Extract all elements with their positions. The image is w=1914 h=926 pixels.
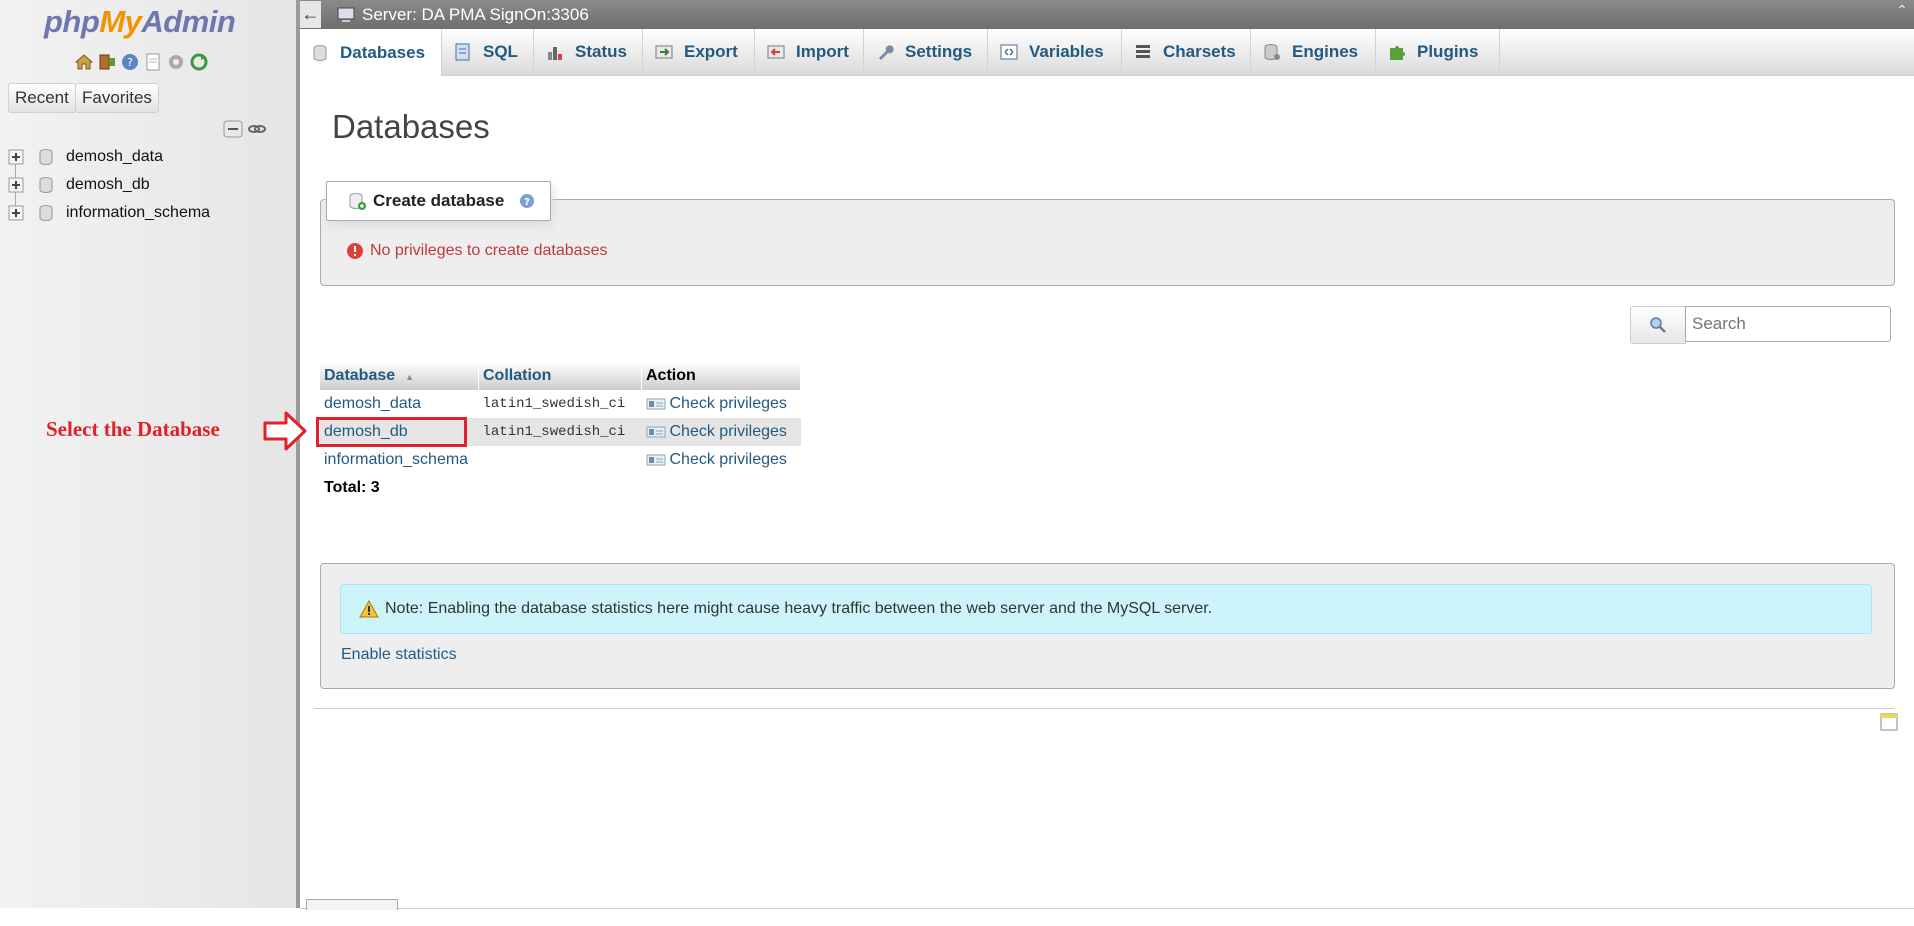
enable-statistics-link[interactable]: Enable statistics xyxy=(341,646,457,664)
puzzle-icon xyxy=(1390,46,1405,60)
tree-item-information-schema[interactable]: information_schema xyxy=(8,202,210,224)
tab-sql[interactable]: SQL xyxy=(443,29,534,75)
help-icon[interactable]: ? xyxy=(518,192,536,210)
database-link[interactable]: information_schema xyxy=(324,451,468,468)
table-total-row: Total: 3 xyxy=(320,474,801,502)
import-icon xyxy=(767,45,785,59)
reload-icon[interactable] xyxy=(189,52,209,72)
tab-status[interactable]: Status xyxy=(535,29,643,75)
console-bar xyxy=(300,908,1914,926)
navigation-panel: phpMyAdmin ? Recent Favorites demosh_dat… xyxy=(0,0,296,908)
search-input[interactable] xyxy=(1685,306,1891,342)
collation-value: latin1_swedish_ci xyxy=(478,418,642,446)
divider xyxy=(314,708,1894,709)
expand-icon[interactable] xyxy=(8,177,24,193)
wrench-icon xyxy=(879,45,894,60)
check-privileges-link[interactable]: Check privileges xyxy=(670,451,787,469)
console-icon[interactable] xyxy=(1880,712,1898,732)
breadcrumb[interactable]: Server: DA PMA SignOn:3306 xyxy=(336,0,589,29)
nav-resize-handle[interactable] xyxy=(296,0,300,908)
total-count: Total: 3 xyxy=(324,479,380,496)
status-icon xyxy=(548,47,562,60)
gear-icon[interactable] xyxy=(166,52,186,72)
search-icon xyxy=(1650,317,1666,333)
tab-engines[interactable]: Engines xyxy=(1252,29,1376,75)
tab-import[interactable]: Import xyxy=(756,29,864,75)
svg-text:?: ? xyxy=(524,197,530,208)
warning-icon xyxy=(359,600,379,618)
collation-value: latin1_swedish_ci xyxy=(482,396,626,412)
error-message: No privileges to create databases xyxy=(346,242,607,260)
engines-icon xyxy=(1264,44,1280,60)
notice-message: Note: Enabling the database statistics h… xyxy=(340,584,1872,634)
table-header-row: Database ▲ Collation Action xyxy=(320,362,801,390)
logout-icon[interactable] xyxy=(97,52,117,72)
annotation-arrow-icon xyxy=(263,411,307,451)
database-icon xyxy=(39,177,53,193)
export-icon xyxy=(655,45,673,59)
expand-icon[interactable] xyxy=(8,149,24,165)
table-row: information_schema Check privileges xyxy=(320,446,801,474)
server-label[interactable]: Server: DA PMA SignOn:3306 xyxy=(362,5,589,25)
database-icon xyxy=(39,149,53,165)
annotation-highlight-box xyxy=(316,417,467,447)
tab-plugins[interactable]: Plugins xyxy=(1377,29,1500,75)
database-icon xyxy=(313,44,327,61)
sort-asc-icon: ▲ xyxy=(405,372,415,382)
check-privileges-link[interactable]: Check privileges xyxy=(670,423,787,441)
tab-settings[interactable]: Settings xyxy=(865,29,988,75)
collation-value xyxy=(479,446,642,474)
expand-icon[interactable] xyxy=(8,205,24,221)
filter-box xyxy=(1630,306,1892,344)
check-privileges-link[interactable]: Check privileges xyxy=(670,395,787,413)
privileges-icon xyxy=(646,454,665,466)
database-link[interactable]: demosh_data xyxy=(324,395,421,412)
database-icon xyxy=(39,205,53,221)
privileges-icon xyxy=(646,398,665,410)
link-icon[interactable] xyxy=(247,120,267,138)
column-header-database[interactable]: Database ▲ xyxy=(320,362,479,390)
svg-text:?: ? xyxy=(127,56,133,69)
search-button[interactable] xyxy=(1630,306,1686,344)
tree-item-demosh-data[interactable]: demosh_data xyxy=(8,146,163,168)
create-database-legend: Create database ? xyxy=(326,181,552,221)
collapse-nav-button[interactable]: ← xyxy=(300,1,321,28)
sql-icon xyxy=(455,43,470,61)
create-database-icon xyxy=(349,193,366,210)
tab-databases[interactable]: Databases xyxy=(300,29,442,76)
privileges-icon xyxy=(646,426,665,438)
main-tabs: Databases SQL Status Export Import Setti… xyxy=(300,29,1914,76)
column-header-collation[interactable]: Collation xyxy=(478,362,642,390)
home-icon[interactable] xyxy=(74,52,94,72)
phpmyadmin-logo[interactable]: phpMyAdmin xyxy=(44,4,236,40)
error-icon xyxy=(347,243,363,259)
tab-export[interactable]: Export xyxy=(644,29,755,75)
variables-icon xyxy=(1000,44,1018,60)
recent-button[interactable]: Recent xyxy=(8,83,76,113)
tab-variables[interactable]: Variables xyxy=(989,29,1122,75)
column-header-action: Action xyxy=(641,362,801,390)
annotation-label: Select the Database xyxy=(46,417,220,441)
charsets-icon xyxy=(1136,45,1150,58)
nav-icon-row: ? xyxy=(74,52,209,72)
help-icon[interactable]: ? xyxy=(120,52,140,72)
favorites-button[interactable]: Favorites xyxy=(75,83,159,113)
server-icon xyxy=(337,7,355,22)
page-title: Databases xyxy=(332,108,490,145)
table-row: demosh_data latin1_swedish_ci Check priv… xyxy=(320,390,801,418)
tree-item-label[interactable]: demosh_db xyxy=(66,176,150,194)
docs-icon[interactable] xyxy=(143,52,163,72)
tree-item-label[interactable]: demosh_data xyxy=(66,148,163,166)
server-bar: ← Server: DA PMA SignOn:3306 ⌃ xyxy=(300,0,1914,29)
collapse-all-icon[interactable] xyxy=(223,120,243,138)
tree-item-demosh-db[interactable]: demosh_db xyxy=(8,174,150,196)
tree-item-label[interactable]: information_schema xyxy=(66,204,210,222)
tab-charsets[interactable]: Charsets xyxy=(1123,29,1251,75)
console-toggle[interactable] xyxy=(306,899,398,910)
collapse-icon[interactable]: ⌃ xyxy=(1894,2,1910,24)
